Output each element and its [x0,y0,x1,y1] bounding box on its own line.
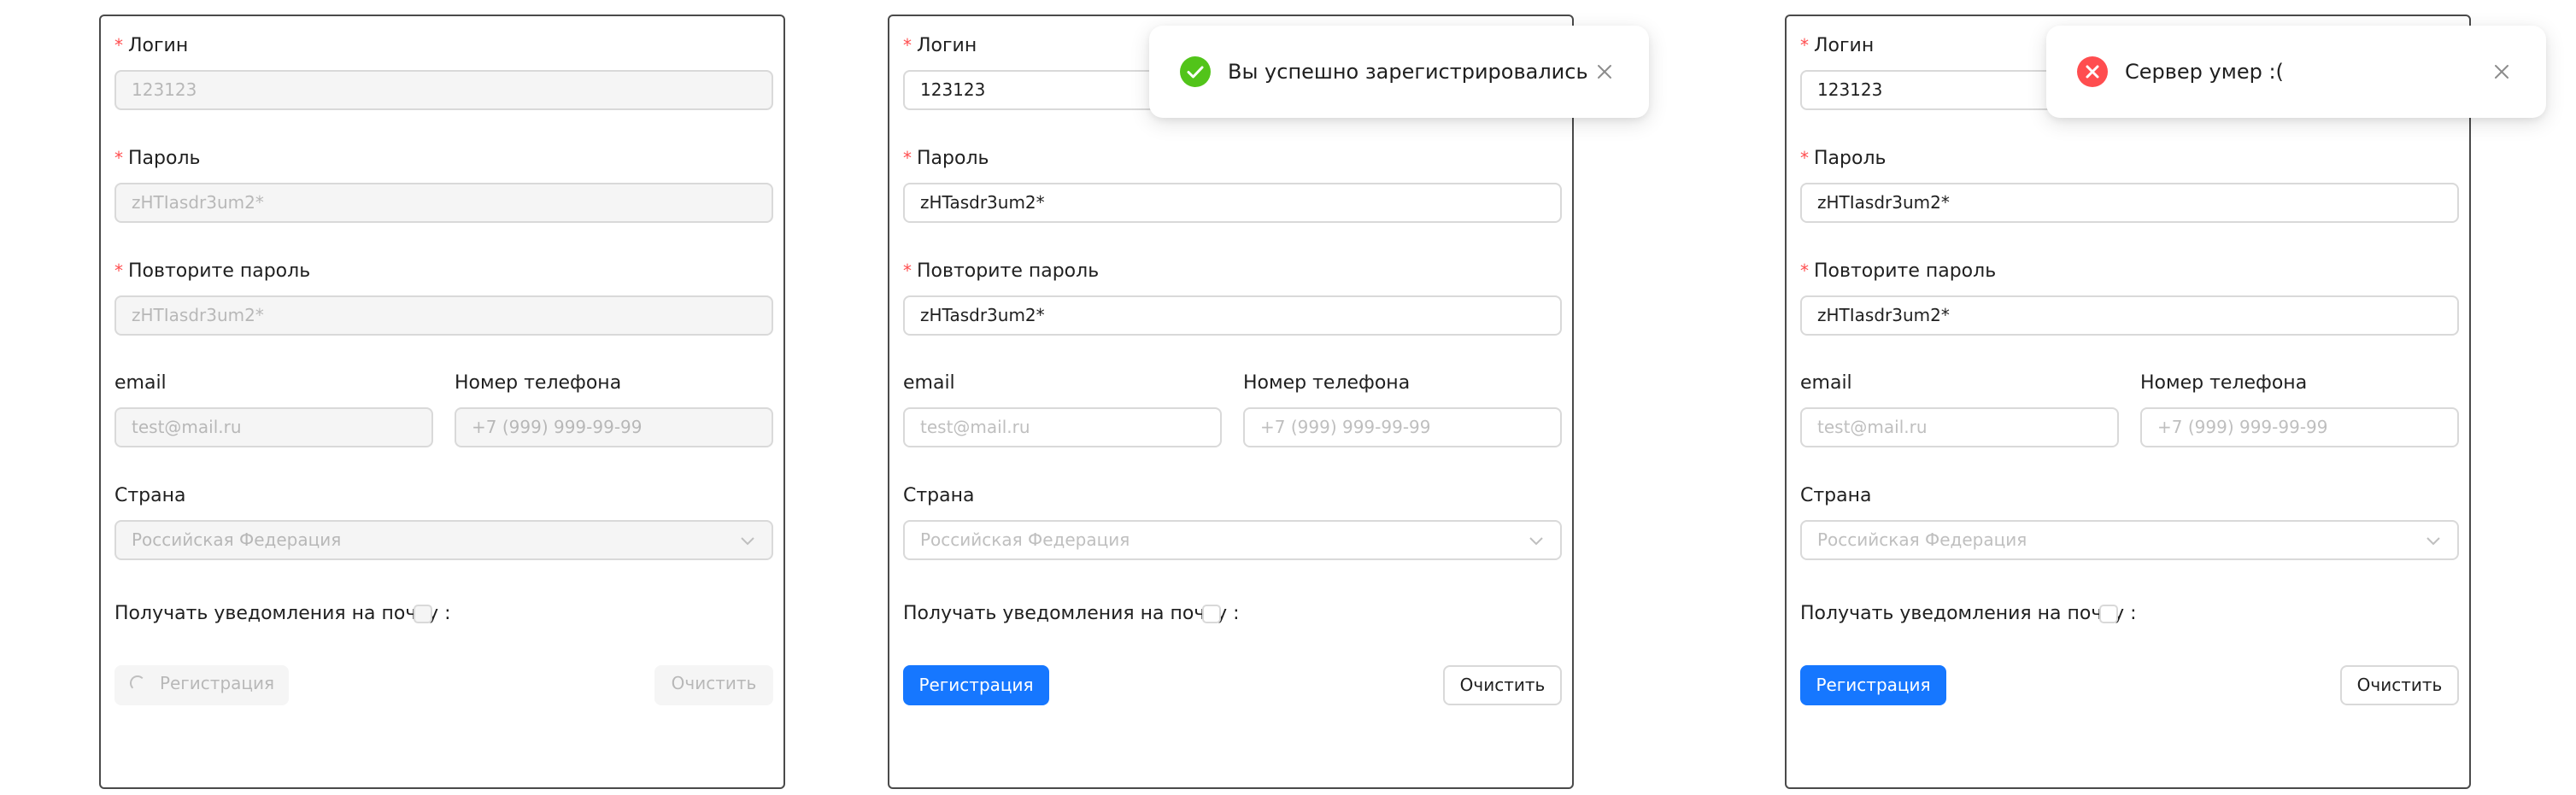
phone-label: Номер телефона [455,372,622,394]
notify-label: Получать уведомления на почту : [903,603,1240,624]
password-repeat-label: * Повторите пароль [114,260,311,282]
registration-form-error: * Логин 123123 * Пароль zHTIasdr3um2* * Пов… [1785,15,2471,789]
password-input[interactable]: zHTIasdr3um2* [1800,183,2459,223]
required-mark: * [903,148,912,168]
required-mark: * [903,260,912,281]
notification-message: Вы успешно зарегистрировались [1228,60,1588,84]
password-label: * Пароль [903,148,989,169]
password-label: * Пароль [114,148,201,169]
notify-label: Получать уведомления на почту : [114,603,451,624]
required-mark: * [1800,35,1809,56]
password-input[interactable]: zHTasdr3um2* [903,183,1562,223]
registration-form-loading: * Логин 123123 * Пароль zHTIasdr3um2* * Пов… [99,15,785,789]
country-select[interactable]: Российская Федерация [114,520,773,560]
country-select-value: Российская Федерация [920,529,1130,550]
password-repeat-label: * Повторите пароль [1800,260,1997,282]
phone-input[interactable]: +7 (999) 999-99-99 [1243,407,1562,447]
password-label: * Пароль [1800,148,1887,169]
loading-spinner-icon [130,675,145,691]
login-label: * Логин [903,35,977,56]
password-repeat-input[interactable]: zHTIasdr3um2* [1800,295,2459,336]
chevron-down-icon [1529,537,1543,546]
country-select[interactable]: Российская Федерация [903,520,1562,560]
email-label: email [114,372,167,394]
phone-input[interactable]: +7 (999) 999-99-99 [455,407,773,447]
chevron-down-icon [741,537,754,546]
email-input[interactable]: test@mail.ru [903,407,1222,447]
login-input[interactable]: 123123 [114,70,773,110]
password-repeat-input[interactable]: zHTasdr3um2* [903,295,1562,336]
success-notification: Вы успешно зарегистрировались [1149,26,1649,118]
email-input[interactable]: test@mail.ru [114,407,433,447]
country-select[interactable]: Российская Федерация [1800,520,2459,560]
phone-input[interactable]: +7 (999) 999-99-99 [2140,407,2459,447]
password-input[interactable]: zHTIasdr3um2* [114,183,773,223]
required-mark: * [1800,148,1809,168]
country-label: Страна [1800,485,1872,506]
email-label: email [903,372,955,394]
error-notification: Сервер умер :( [2046,26,2546,118]
email-label: email [1800,372,1852,394]
clear-button[interactable]: Очистить [2340,665,2459,705]
register-button[interactable]: Регистрация [1800,665,1946,705]
email-input[interactable]: test@mail.ru [1800,407,2119,447]
country-select-value: Российская Федерация [132,529,342,550]
country-label: Страна [114,485,186,506]
phone-label: Номер телефона [2140,372,2308,394]
register-button[interactable]: Регистрация [114,665,289,705]
required-mark: * [903,35,912,56]
clear-button[interactable]: Очистить [1443,665,1562,705]
required-mark: * [114,148,123,168]
notify-checkbox[interactable] [2099,605,2118,623]
login-label: * Логин [1800,35,1875,56]
close-icon[interactable] [1596,63,1613,80]
notification-message: Сервер умер :( [2125,60,2284,84]
clear-button[interactable]: Очистить [654,665,773,705]
notify-checkbox[interactable] [1202,605,1221,623]
phone-label: Номер телефона [1243,372,1411,394]
register-button[interactable]: Регистрация [903,665,1049,705]
required-mark: * [114,260,123,281]
country-label: Страна [903,485,975,506]
chevron-down-icon [2426,537,2440,546]
close-circle-icon [2077,56,2108,87]
check-circle-icon [1180,56,1211,87]
country-select-value: Российская Федерация [1817,529,2027,550]
close-icon[interactable] [2493,63,2510,80]
registration-form-success: * Логин 123123 * Пароль zHTasdr3um2* * Повт… [888,15,1574,789]
password-repeat-label: * Повторите пароль [903,260,1100,282]
login-label: * Логин [114,35,189,56]
password-repeat-input[interactable]: zHTIasdr3um2* [114,295,773,336]
required-mark: * [1800,260,1809,281]
notify-checkbox[interactable] [414,605,432,623]
required-mark: * [114,35,123,56]
register-button-label: Регистрация [159,673,275,693]
notify-label: Получать уведомления на почту : [1800,603,2137,624]
